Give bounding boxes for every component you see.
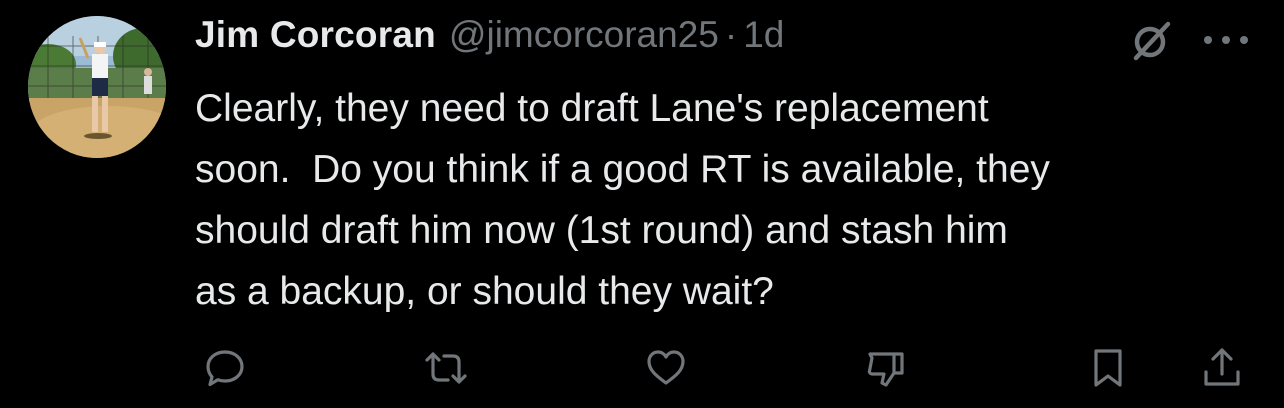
retweet-icon[interactable] <box>424 346 468 390</box>
dislike-icon[interactable] <box>864 346 908 390</box>
more-icon[interactable] <box>1200 32 1252 48</box>
separator-dot: · <box>724 14 738 55</box>
author-name[interactable]: Jim Corcoran <box>195 14 436 56</box>
tweet-text: Clearly, they need to draft Lane's repla… <box>195 87 1050 313</box>
grok-icon[interactable] <box>1130 20 1172 62</box>
avatar[interactable] <box>28 16 166 158</box>
tweet-header: Jim Corcoran @jimcorcoran25 · 1d <box>195 14 784 66</box>
author-handle[interactable]: @jimcorcoran25 <box>449 14 719 56</box>
reply-icon[interactable] <box>203 346 247 390</box>
baseball-batter-photo <box>28 16 166 158</box>
share-icon[interactable] <box>1200 346 1244 390</box>
bookmark-icon[interactable] <box>1086 346 1130 390</box>
like-icon[interactable] <box>644 346 688 390</box>
tweet-timestamp[interactable]: 1d <box>743 14 784 56</box>
